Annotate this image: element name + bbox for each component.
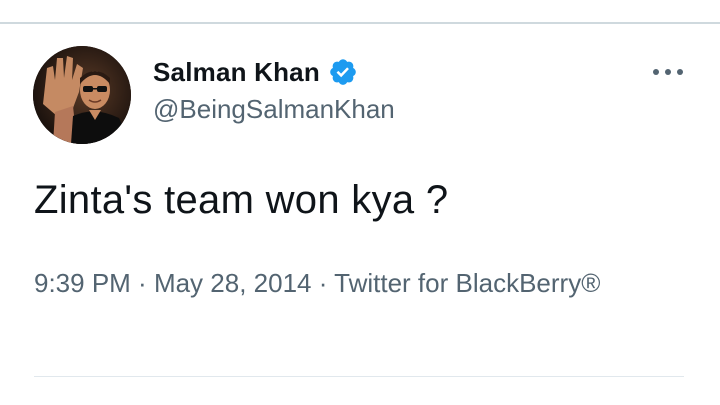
verified-badge-icon [328,57,358,87]
tweet-text: Zinta's team won kya ? [34,178,449,222]
more-options-icon[interactable] [646,60,690,84]
tweet-card: Salman Khan @BeingSalmanKhan Zinta's tea… [0,0,720,405]
tweet-time[interactable]: 9:39 PM [34,268,131,298]
tweet-metadata: 9:39 PM · May 28, 2014 · Twitter for Bla… [34,264,634,302]
tweet-date[interactable]: May 28, 2014 [154,268,312,298]
avatar[interactable] [33,46,131,144]
avatar-image [33,46,131,144]
top-divider [0,22,720,24]
tweet-source[interactable]: Twitter for BlackBerry® [334,268,600,298]
display-name[interactable]: Salman Khan [153,57,320,88]
more-dot [653,69,659,75]
user-handle[interactable]: @BeingSalmanKhan [153,94,395,125]
bottom-divider [34,376,684,377]
more-dot [677,69,683,75]
more-dot [665,69,671,75]
meta-separator: · [130,268,154,298]
meta-separator: · [311,268,335,298]
author-line[interactable]: Salman Khan [153,54,358,90]
